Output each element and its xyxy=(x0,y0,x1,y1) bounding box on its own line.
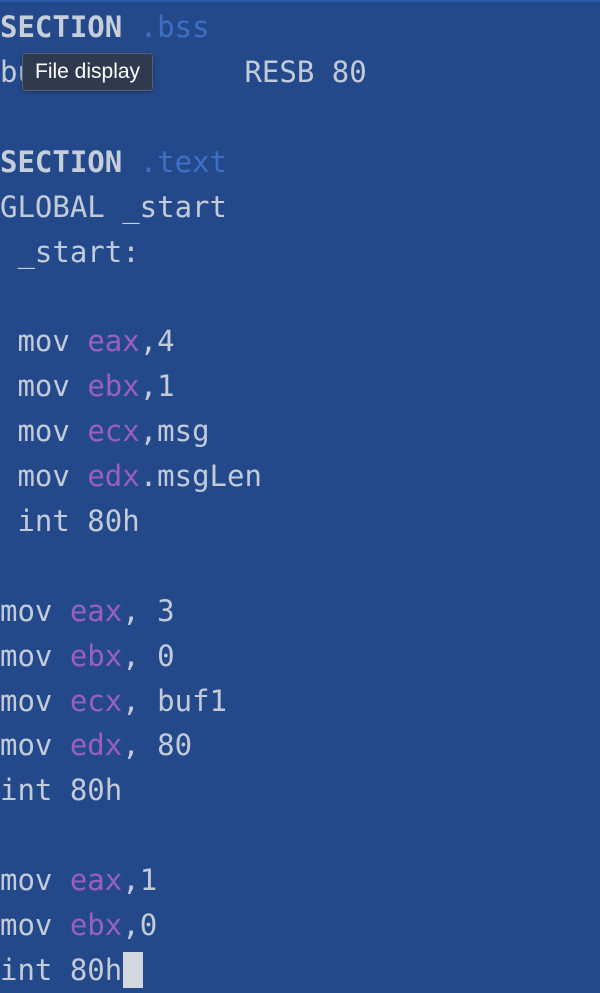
code-line: mov edx, 80 xyxy=(0,723,192,768)
code-line: int 80h xyxy=(0,768,122,813)
code-token: ,1 xyxy=(139,369,175,404)
code-token: ebx xyxy=(87,369,140,404)
code-token: mov xyxy=(0,908,70,942)
code-editor[interactable]: SECTION .bss bu RESB 80 SECTION .text GLOBA… xyxy=(0,0,600,989)
tooltip-label: File display xyxy=(35,60,141,83)
code-token: eax xyxy=(69,593,123,628)
code-line: mov eax ,4 xyxy=(0,319,175,364)
code-line: SECTION .bss xyxy=(0,5,210,50)
code-token: , 0 xyxy=(122,638,175,673)
code-token: .bss xyxy=(139,10,210,44)
code-token: , 3 xyxy=(122,593,175,628)
code-token: mov xyxy=(0,728,70,763)
code-line: mov ecx, buf1 xyxy=(0,679,227,724)
code-token: mov xyxy=(0,369,88,404)
code-token: mov xyxy=(0,593,70,628)
code-token: mov xyxy=(0,863,70,898)
code-token: ,msg xyxy=(139,414,210,449)
code-token: mov xyxy=(0,638,70,673)
code-token: GLOBAL _start xyxy=(0,189,227,224)
code-line: int 80h xyxy=(0,948,144,993)
code-token: int 80h xyxy=(0,773,123,808)
code-line: mov ebx, 0 xyxy=(0,634,175,679)
code-token: , 80 xyxy=(122,728,193,763)
code-token: ecx xyxy=(87,414,140,449)
code-token: mov xyxy=(0,683,70,718)
code-token: mov xyxy=(0,414,88,449)
code-token: ebx xyxy=(69,638,123,673)
code-line: mov ecx ,msg xyxy=(0,409,210,454)
code-token: ,0 xyxy=(122,908,158,942)
code-token: edx xyxy=(87,459,140,493)
code-line: GLOBAL _start xyxy=(0,185,227,230)
code-token: ebx xyxy=(69,908,123,942)
code-token: RESB 80 xyxy=(244,54,367,89)
code-token: SECTION xyxy=(0,10,140,44)
code-text-area[interactable]: SECTION .bss bu RESB 80 SECTION .text GLOBA… xyxy=(0,2,600,989)
code-token: ecx xyxy=(69,683,123,718)
code-token: int 80h xyxy=(0,503,140,538)
code-token: _start: xyxy=(0,234,140,269)
code-token: mov xyxy=(0,324,88,359)
code-line: mov edx .msgLen xyxy=(0,454,262,499)
code-line: mov eax, 3 xyxy=(0,589,175,634)
code-token: edx xyxy=(69,728,123,763)
code-token: ,4 xyxy=(139,324,175,359)
code-token: .text xyxy=(139,144,227,179)
code-token: mov xyxy=(0,459,88,493)
text-cursor xyxy=(123,952,144,989)
code-line: mov ebx ,0 xyxy=(0,903,157,948)
code-token: .msgLen xyxy=(139,459,262,493)
code-line: _start: xyxy=(0,230,140,275)
code-token: , buf1 xyxy=(122,683,227,718)
tooltip: File display xyxy=(22,53,154,91)
code-token: int 80h xyxy=(0,952,123,987)
code-line: int 80h xyxy=(0,499,140,544)
code-token: eax xyxy=(87,324,140,359)
code-token: eax xyxy=(69,863,123,898)
code-line: SECTION .text xyxy=(0,140,227,185)
code-token: SECTION xyxy=(0,144,140,179)
code-line: mov ebx ,1 xyxy=(0,364,175,409)
code-line: mov eax ,1 xyxy=(0,858,157,903)
code-token: ,1 xyxy=(122,863,158,898)
